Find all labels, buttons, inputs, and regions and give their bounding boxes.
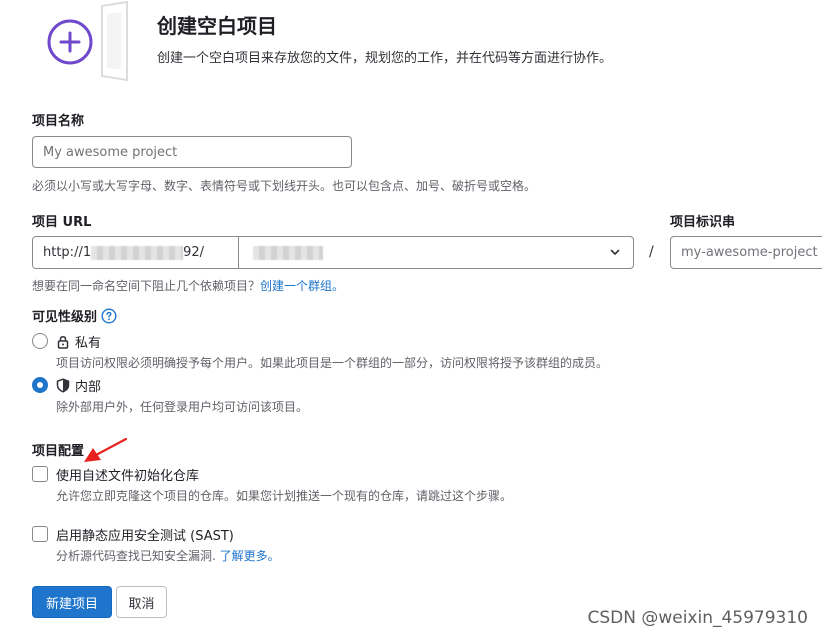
visibility-heading: 可见性级别 — [32, 306, 117, 325]
visibility-label: 可见性级别 — [32, 310, 98, 325]
project-name-input[interactable]: My awesome project — [32, 136, 352, 168]
sast-label[interactable]: 启用静态应用安全测试 (SAST) — [56, 525, 234, 544]
redacted-host — [91, 245, 184, 260]
readme-label[interactable]: 使用自述文件初始化仓库 — [56, 465, 199, 484]
url-prefix: http://1 92/ — [33, 237, 239, 268]
project-name-label: 项目名称 — [32, 114, 85, 129]
create-project-button[interactable]: 新建项目 — [32, 586, 112, 618]
sast-description: 分析源代码查找已知安全漏洞. 了解更多。 — [56, 547, 280, 564]
project-name-help: 必须以小写或大写字母、数字、表情符号或下划线开头。也可以包含点、加号、破折号或空… — [32, 179, 537, 193]
project-url-label: 项目 URL — [32, 215, 92, 230]
namespace-select[interactable] — [239, 237, 633, 268]
visibility-private-label: 私有 — [75, 336, 102, 351]
learn-more-link[interactable]: 了解更多。 — [220, 549, 280, 563]
redacted-namespace — [253, 245, 323, 260]
url-prefix-end: 92/ — [183, 245, 205, 260]
chevron-down-icon — [610, 249, 620, 255]
url-separator: / — [649, 244, 654, 260]
shield-icon — [56, 378, 70, 393]
visibility-internal-label: 内部 — [75, 380, 102, 395]
cancel-button[interactable]: 取消 — [116, 586, 167, 618]
project-url-help: 想要在同一命名空间下阻止几个依赖项目？创建一个群组。 — [32, 277, 344, 294]
annotation-arrow-icon — [84, 437, 128, 462]
project-slug-label: 项目标识串 — [670, 215, 736, 230]
visibility-internal-description: 除外部用户外，任何登录用户均可访问该项目。 — [56, 400, 309, 414]
visibility-internal-option[interactable]: 内部 — [56, 376, 101, 395]
sast-checkbox[interactable] — [32, 526, 48, 542]
visibility-private-option[interactable]: 私有 — [56, 332, 101, 351]
project-slug-input[interactable]: my-awesome-project — [670, 236, 822, 269]
lock-icon — [57, 335, 69, 349]
readme-checkbox[interactable] — [32, 466, 48, 482]
project-config-label: 项目配置 — [32, 444, 85, 459]
visibility-internal-radio[interactable] — [32, 377, 48, 393]
new-project-page: 创建空白项目 创建一个空白项目来存放您的文件，规划您的工作，并在代码等方面进行协… — [0, 0, 822, 636]
visibility-private-radio[interactable] — [32, 333, 48, 349]
project-url-help-text: 想要在同一命名空间下阻止几个依赖项目？ — [32, 279, 261, 293]
watermark: CSDN @weixin_45979310 — [587, 608, 808, 628]
new-project-illustration-icon — [47, 0, 128, 82]
sast-description-text: 分析源代码查找已知安全漏洞. — [56, 549, 216, 563]
readme-description: 允许您立即克隆这个项目的仓库。如果您计划推送一个现有的仓库，请跳过这个步骤。 — [56, 489, 513, 503]
create-group-link[interactable]: 创建一个群组。 — [260, 279, 344, 293]
project-url-field: http://1 92/ — [32, 236, 634, 269]
page-description: 创建一个空白项目来存放您的文件，规划您的工作，并在代码等方面进行协作。 — [157, 51, 613, 66]
url-prefix-start: http://1 — [43, 245, 92, 260]
page-title: 创建空白项目 — [157, 14, 277, 38]
visibility-private-description: 项目访问权限必须明确授予每个用户。如果此项目是一个群组的一部分，访问权限将授予该… — [56, 356, 609, 370]
question-circle-icon[interactable] — [101, 307, 117, 324]
